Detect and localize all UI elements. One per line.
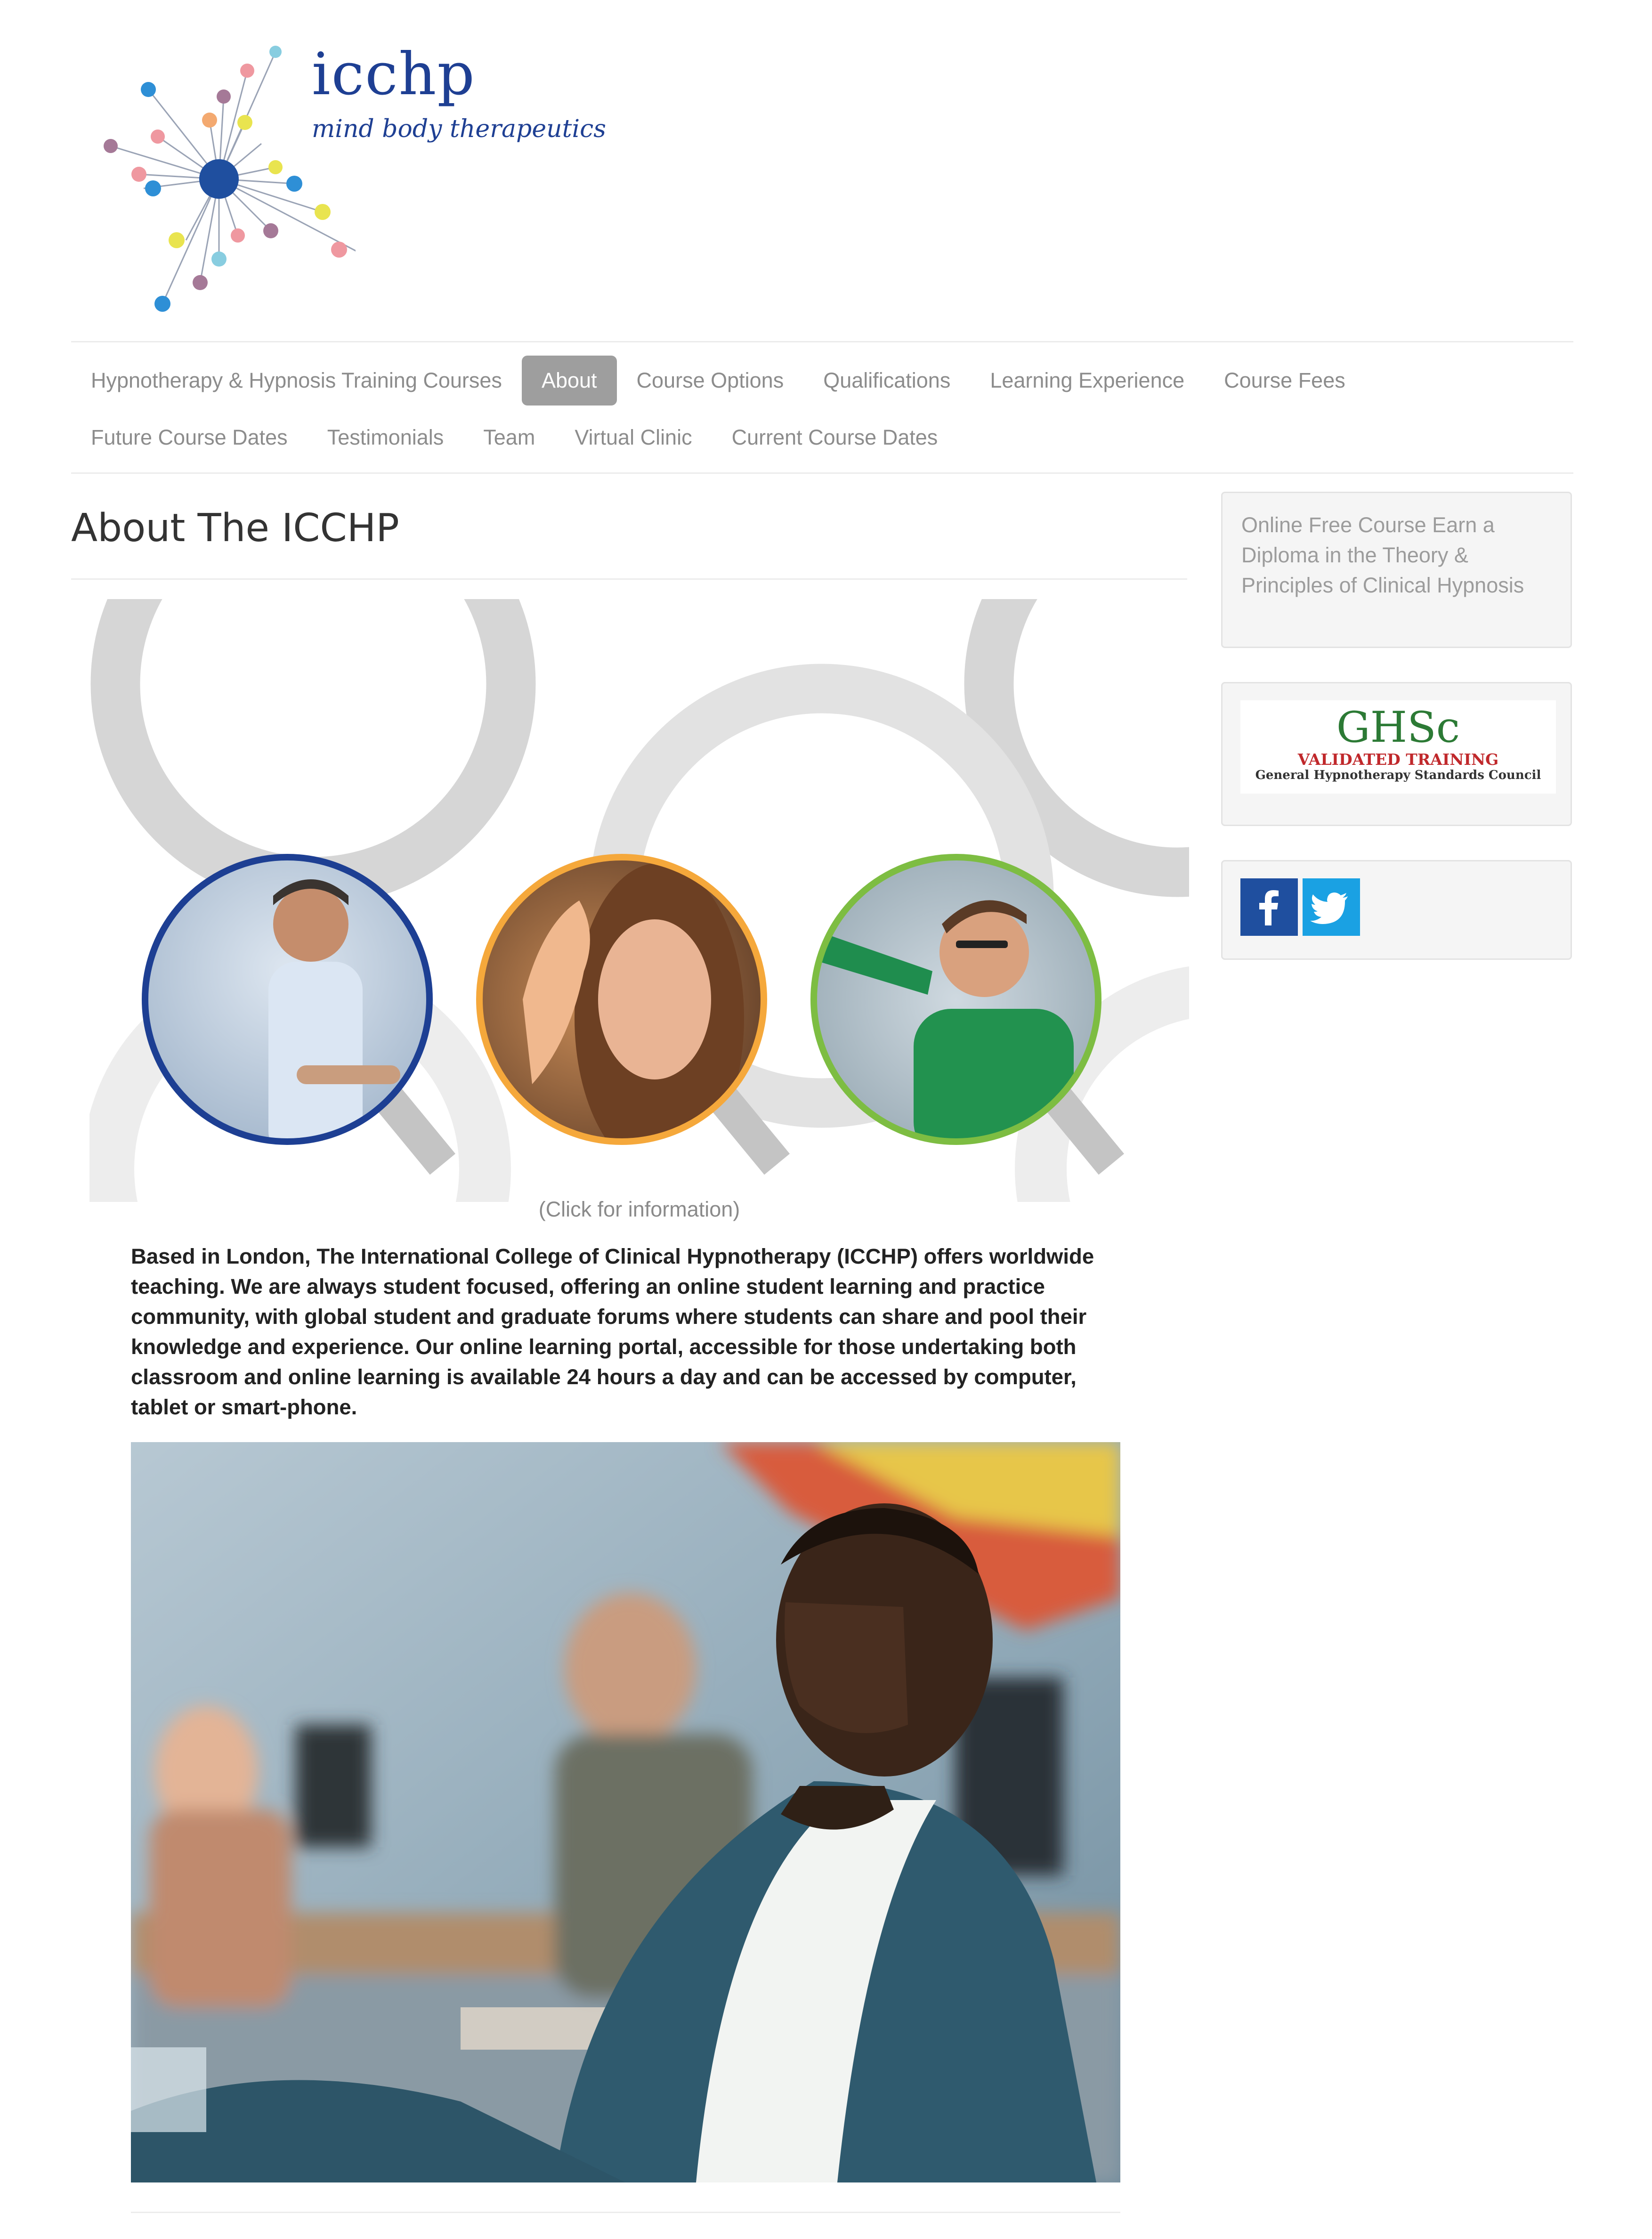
classroom-photo (131, 1442, 1120, 2182)
facebook-button[interactable] (1240, 878, 1298, 936)
nav-item-qualifications[interactable]: Qualifications (803, 356, 970, 406)
ghsc-title: GHSc (1336, 703, 1460, 752)
ghsc-logo[interactable]: GHSc VALIDATED TRAINING General Hypnothe… (1240, 700, 1556, 794)
nav-row-2: Future Course Dates Testimonials Team Vi… (71, 412, 957, 463)
nav-item-course-options[interactable]: Course Options (617, 356, 804, 406)
nav-item-about[interactable]: About (521, 356, 617, 406)
brand-tagline: mind body therapeutics (312, 115, 606, 143)
nav-row-1: Hypnotherapy & Hypnosis Training Courses… (71, 355, 1365, 406)
twitter-icon (1310, 892, 1348, 924)
nav-item-virtual-clinic[interactable]: Virtual Clinic (555, 413, 712, 462)
hero-graphic (89, 594, 1189, 1202)
nav-item-learning-experience[interactable]: Learning Experience (970, 356, 1204, 406)
nav-bottom-divider (71, 472, 1573, 474)
nav-item-team[interactable]: Team (463, 413, 555, 462)
twitter-button[interactable] (1303, 878, 1360, 936)
nav-item-course-fees[interactable]: Course Fees (1204, 356, 1365, 406)
promo-widget: Online Free Course Earn a Diploma in the… (1221, 492, 1572, 648)
main-nav: Hypnotherapy & Hypnosis Training Courses… (71, 341, 1573, 474)
content-bottom-divider (131, 2212, 1120, 2213)
ghsc-widget: GHSc VALIDATED TRAINING General Hypnothe… (1221, 682, 1572, 826)
ghsc-validated-text: VALIDATED TRAINING (1297, 750, 1499, 769)
nav-item-testimonials[interactable]: Testimonials (308, 413, 464, 462)
nav-item-future-course-dates[interactable]: Future Course Dates (71, 413, 308, 462)
nav-item-training-courses[interactable]: Hypnotherapy & Hypnosis Training Courses (71, 356, 522, 406)
hero-caption: (Click for information) (538, 1197, 740, 1221)
title-divider (71, 578, 1187, 580)
nav-item-current-course-dates[interactable]: Current Course Dates (712, 413, 958, 462)
facebook-icon (1259, 890, 1279, 925)
social-widget (1221, 860, 1572, 960)
brand-name: icchp (312, 41, 476, 108)
intro-paragraph: Based in London, The International Colle… (131, 1244, 1094, 1419)
ghsc-council-text: General Hypnotherapy Standards Council (1255, 768, 1541, 782)
page-title: About The ICCHP (71, 506, 399, 551)
free-course-link[interactable]: Online Free Course Earn a Diploma in the… (1241, 510, 1552, 600)
brand-lockup[interactable]: icchp mind body therapeutics (312, 45, 606, 143)
